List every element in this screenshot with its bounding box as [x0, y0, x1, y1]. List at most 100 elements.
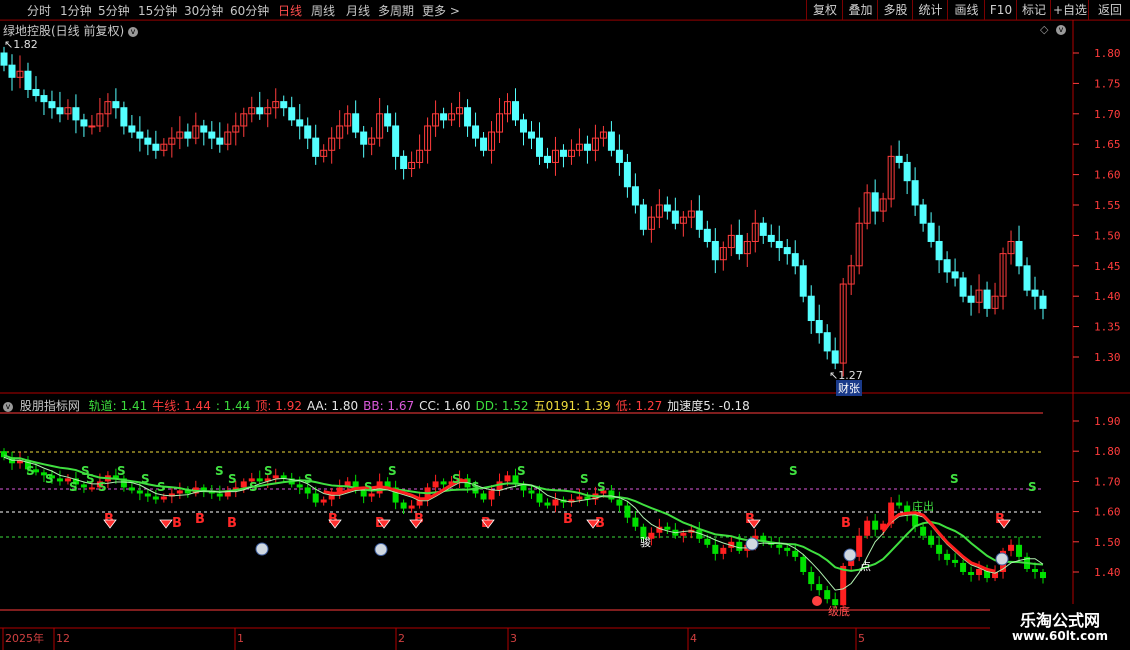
ind-candle-body — [776, 544, 783, 548]
ind-candle-body — [152, 496, 159, 500]
candle-body — [88, 125, 96, 128]
sell-marker: S — [69, 480, 78, 494]
candle-body — [1039, 295, 1047, 309]
ind-candle-body — [944, 553, 951, 560]
ind-candle-body — [312, 493, 319, 503]
candle-body — [352, 113, 360, 133]
ind-candle-body — [664, 526, 671, 530]
diamond-icon[interactable]: ◇ — [1040, 23, 1048, 36]
candle-body — [256, 107, 264, 115]
candle-body — [871, 192, 879, 212]
chart-canvas[interactable]: 1.80 1.75 1.70 1.65 1.60 1.55 1.50 1.45 1.40 1.35… — [0, 0, 1130, 650]
ind-candle-body — [304, 487, 311, 494]
ind-candle-body — [544, 502, 551, 506]
candle-body — [639, 204, 647, 230]
chevron-down-icon[interactable]: v — [128, 26, 139, 37]
candle-body — [200, 125, 208, 133]
candle-body — [735, 234, 743, 255]
ind-candle-body — [504, 475, 511, 482]
sell-marker: S — [517, 464, 526, 478]
ind-candle-body — [784, 547, 791, 551]
high-price-value: 1.82 — [13, 38, 38, 51]
candle-body — [80, 119, 88, 127]
indicator-item-7: DD: 1.52 — [475, 399, 529, 413]
ind-candle-body — [160, 496, 167, 500]
settings-circle-icon[interactable]: v — [1056, 22, 1069, 36]
candle-body — [799, 265, 807, 297]
candle-body — [671, 210, 679, 224]
date-label-0: 2025年 — [5, 631, 44, 645]
orb-icon — [843, 548, 857, 562]
candle-body — [623, 161, 631, 188]
candle-body — [919, 204, 927, 224]
annotation-dibu: 级底 — [828, 604, 850, 618]
ind-candle-body — [488, 490, 495, 500]
candle-body — [216, 137, 224, 145]
sell-marker: S — [471, 480, 480, 494]
candle-body — [1015, 240, 1023, 267]
candle-body — [951, 271, 959, 279]
orb-icon — [374, 543, 388, 556]
main-tick-label-3: 1.65 — [1094, 138, 1121, 151]
low-orb-icon — [812, 596, 822, 606]
ind-tick-label-3: 1.60 — [1094, 506, 1121, 519]
candle-body — [527, 131, 535, 139]
indicator-item-10: 加速度5: -0.18 — [667, 399, 750, 413]
buy-marker: B — [563, 512, 573, 527]
indicator-menu-icon[interactable]: v — [3, 401, 13, 412]
watermark: 乐淘公式网 www.60lt.com — [990, 604, 1130, 650]
date-label-6: 5 — [858, 632, 865, 645]
event-tag[interactable]: 财张 — [836, 380, 862, 396]
ind-candle-body — [896, 502, 903, 506]
sell-marker: S — [141, 472, 150, 486]
candle-body — [1031, 289, 1039, 297]
candle-body — [440, 113, 448, 121]
sell-marker: S — [45, 472, 54, 486]
ind-candle-body — [936, 544, 943, 554]
annotation-jun: 骏 — [640, 535, 651, 549]
ind-candle-body — [480, 493, 487, 500]
main-tick-label-5: 1.55 — [1094, 199, 1121, 212]
candle-body — [831, 350, 839, 364]
sell-marker: S — [452, 472, 461, 486]
ind-candle-body — [616, 499, 623, 506]
main-tick-label-10: 1.30 — [1094, 351, 1121, 364]
sell-marker: S — [249, 480, 258, 494]
main-tick-label-7: 1.45 — [1094, 260, 1121, 273]
candle-body — [136, 131, 144, 139]
ind-candle-body — [856, 535, 863, 557]
stock-title: 绿地控股(日线 前复权) — [3, 24, 125, 38]
main-tick-label-6: 1.50 — [1094, 229, 1121, 242]
sell-marker: S — [86, 472, 95, 486]
candle-body — [128, 125, 136, 133]
indicator-item-2: : 1.44 — [215, 399, 251, 413]
ind-candle-body — [552, 499, 559, 506]
candle-body — [967, 295, 975, 303]
date-label-4: 3 — [510, 632, 517, 645]
candle-body — [559, 149, 567, 157]
main-tick-label-9: 1.35 — [1094, 321, 1121, 334]
main-tick-label-0: 1.80 — [1094, 47, 1121, 60]
ind-candle-body — [720, 547, 727, 554]
candle-body — [903, 161, 911, 182]
sell-marker: S — [215, 464, 224, 478]
ind-candle-body — [136, 490, 143, 494]
ind-candle-body — [576, 496, 583, 500]
orb-icon — [995, 552, 1009, 566]
ind-candle-body — [176, 490, 183, 494]
candle-body — [583, 143, 591, 151]
candle-body — [1023, 265, 1031, 291]
candle-body — [615, 149, 623, 163]
candle-body — [472, 125, 480, 139]
ind-candle-body — [432, 481, 439, 488]
candle-body — [144, 137, 152, 145]
candle-body — [663, 204, 671, 212]
indicator-title: v 股朋指标网 轨道: 1.41 牛线: 1.44: 1.44 顶: 1.92 AA:… — [3, 397, 750, 414]
indicator-item-9: 低: 1.27 — [615, 399, 663, 413]
ind-tick-label-4: 1.50 — [1094, 536, 1121, 549]
ind-candle-body — [920, 526, 927, 536]
candle-body — [24, 70, 32, 90]
buy-marker: B — [195, 512, 205, 527]
ind-candle-body — [56, 478, 63, 482]
candle-body — [911, 180, 919, 206]
